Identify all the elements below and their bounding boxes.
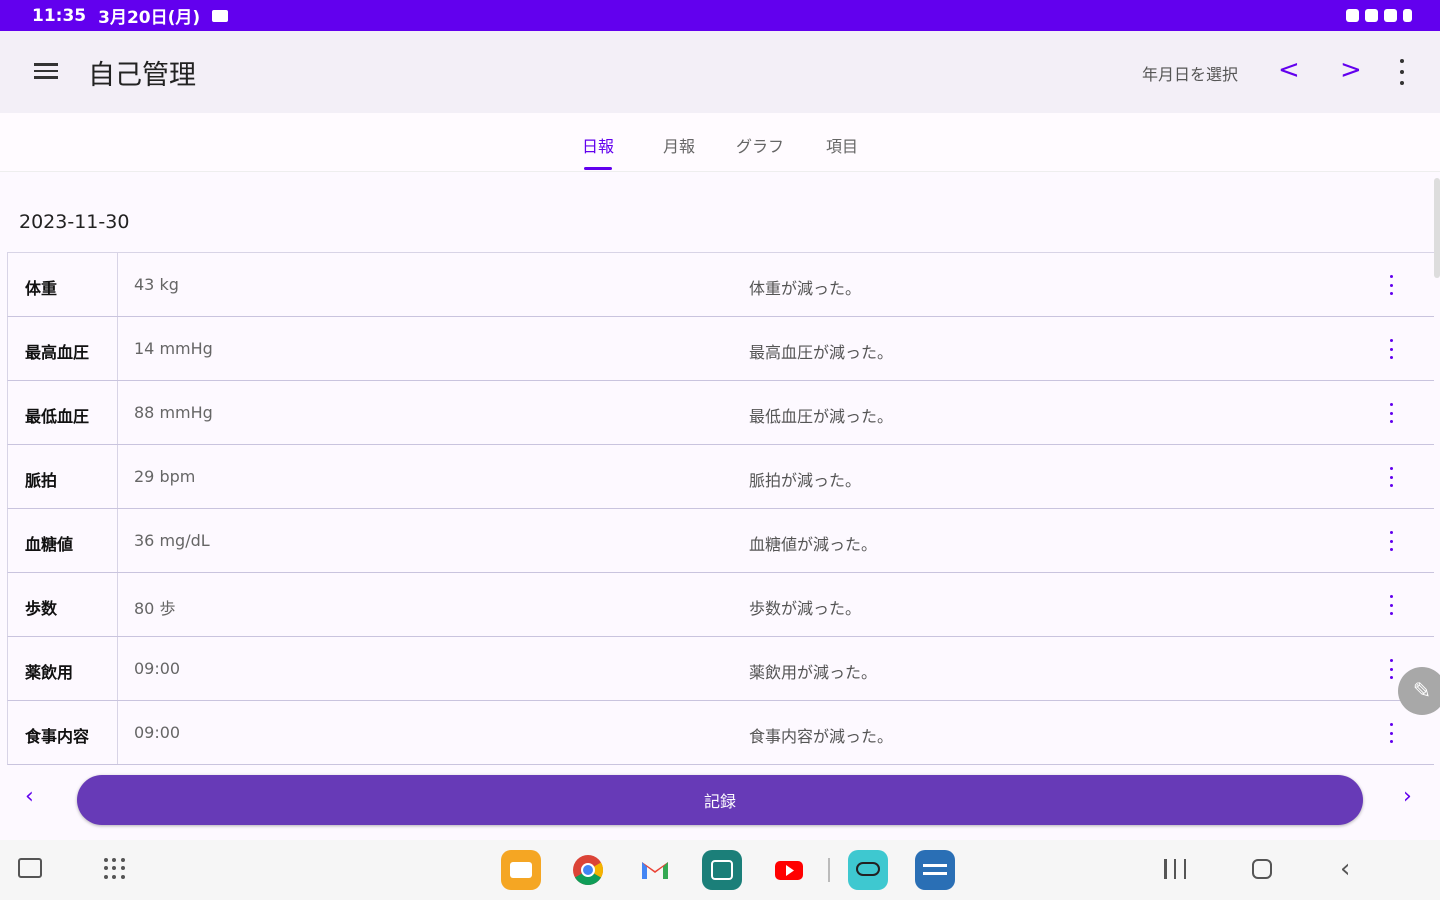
date-select-button[interactable]: 年月日を選択 — [1142, 61, 1238, 85]
row-note: 脈拍が減った。 — [749, 471, 862, 490]
status-bar: 11:35 3月20日(月) — [0, 0, 1440, 31]
row-value: 09:00 — [134, 659, 181, 678]
column-divider — [117, 701, 118, 764]
column-divider — [117, 445, 118, 508]
row-name: 血糖値 — [25, 535, 74, 554]
row-name: 脈拍 — [25, 471, 58, 490]
tab-graph[interactable]: グラフ — [736, 133, 784, 157]
tab-monthly[interactable]: 月報 — [663, 133, 695, 157]
row-name: 体重 — [25, 279, 58, 298]
table-row: 脈拍 29 bpm 脈拍が減った。 — [7, 445, 1434, 509]
table-row: 薬飲用 09:00 薬飲用が減った。 — [7, 637, 1434, 701]
taskbar-separator — [828, 858, 830, 882]
row-more-icon[interactable] — [1384, 723, 1398, 743]
table-row: 最高血圧 14 mmHg 最高血圧が減った。 — [7, 317, 1434, 381]
app-drawer-icon[interactable] — [104, 858, 126, 880]
table-row: 食事内容 09:00 食事内容が減った。 — [7, 701, 1434, 765]
row-name: 歩数 — [25, 599, 58, 618]
table-row: 体重 43 kg 体重が減った。 — [7, 253, 1434, 317]
status-time: 11:35 — [32, 5, 87, 26]
row-name: 最低血圧 — [25, 407, 90, 426]
table-row: 最低血圧 88 mmHg 最低血圧が減った。 — [7, 381, 1434, 445]
taskbar: ‹ — [0, 840, 1440, 900]
app-title: 自己管理 — [88, 60, 196, 91]
row-value: 88 mmHg — [134, 403, 213, 422]
page-prev-icon[interactable]: ‹ — [25, 784, 34, 809]
row-value: 43 kg — [134, 275, 179, 294]
tab-indicator — [584, 167, 612, 170]
row-name: 最高血圧 — [25, 343, 90, 362]
column-divider — [117, 509, 118, 572]
edit-fab-icon[interactable]: ✎ — [1398, 667, 1440, 715]
column-divider — [117, 573, 118, 636]
row-more-icon[interactable] — [1384, 403, 1398, 423]
app-bar: 自己管理 年月日を選択 < > — [0, 31, 1440, 113]
battery-icon — [1403, 9, 1412, 22]
row-more-icon[interactable] — [1384, 275, 1398, 295]
gmail-icon[interactable] — [635, 850, 675, 890]
row-value: 09:00 — [134, 723, 181, 742]
row-value: 14 mmHg — [134, 339, 213, 358]
row-more-icon[interactable] — [1384, 531, 1398, 551]
row-note: 歩数が減った。 — [749, 599, 862, 618]
column-divider — [117, 637, 118, 700]
row-name: 食事内容 — [25, 727, 90, 746]
column-divider — [117, 317, 118, 380]
column-divider — [117, 253, 118, 316]
tab-bar: 日報 月報 グラフ 項目 — [0, 113, 1440, 172]
date-header: 2023-11-30 — [19, 211, 130, 233]
row-note: 最低血圧が減った。 — [749, 407, 894, 426]
row-value: 36 mg/dL — [134, 531, 210, 550]
row-more-icon[interactable] — [1384, 339, 1398, 359]
prime-video-icon[interactable] — [915, 850, 955, 890]
chevron-right-icon[interactable]: > — [1340, 57, 1362, 83]
my-files-icon[interactable] — [501, 850, 541, 890]
column-divider — [117, 381, 118, 444]
youtube-icon[interactable] — [769, 850, 809, 890]
scrollbar[interactable] — [1434, 178, 1440, 278]
record-button[interactable]: 記録 — [77, 775, 1363, 825]
row-note: 血糖値が減った。 — [749, 535, 878, 554]
row-note: 食事内容が減った。 — [749, 727, 894, 746]
row-value: 80 歩 — [134, 599, 176, 618]
notification-icon — [212, 9, 229, 22]
row-more-icon[interactable] — [1384, 659, 1398, 679]
row-more-icon[interactable] — [1384, 595, 1398, 615]
amazon-icon[interactable] — [848, 850, 888, 890]
status-date: 3月20日(月) — [98, 8, 201, 28]
row-note: 体重が減った。 — [749, 279, 862, 298]
row-value: 29 bpm — [134, 467, 196, 486]
row-name: 薬飲用 — [25, 663, 74, 682]
tab-items[interactable]: 項目 — [826, 133, 858, 157]
recent-apps-icon[interactable] — [1164, 859, 1186, 881]
table-row: 血糖値 36 mg/dL 血糖値が減った。 — [7, 509, 1434, 573]
more-vert-icon[interactable] — [1392, 59, 1412, 85]
wifi-icon — [1384, 9, 1397, 22]
page-next-icon[interactable]: › — [1403, 784, 1412, 809]
row-note: 薬飲用が減った。 — [749, 663, 878, 682]
row-note: 最高血圧が減った。 — [749, 343, 894, 362]
bluetooth-icon — [1346, 9, 1359, 22]
screen-icon[interactable] — [18, 858, 42, 878]
row-more-icon[interactable] — [1384, 467, 1398, 487]
table-row: 歩数 80 歩 歩数が減った。 — [7, 573, 1434, 637]
records-table: 体重 43 kg 体重が減った。 最高血圧 14 mmHg 最高血圧が減った。 … — [7, 252, 1434, 765]
calendar-icon[interactable] — [702, 850, 742, 890]
back-icon[interactable]: ‹ — [1340, 854, 1350, 884]
status-icons — [1346, 9, 1412, 22]
tab-daily[interactable]: 日報 — [582, 133, 614, 157]
menu-icon[interactable] — [34, 59, 58, 83]
home-icon[interactable] — [1252, 859, 1272, 879]
mute-icon — [1365, 9, 1378, 22]
chevron-left-icon[interactable]: < — [1278, 57, 1300, 83]
chrome-icon[interactable] — [568, 850, 608, 890]
